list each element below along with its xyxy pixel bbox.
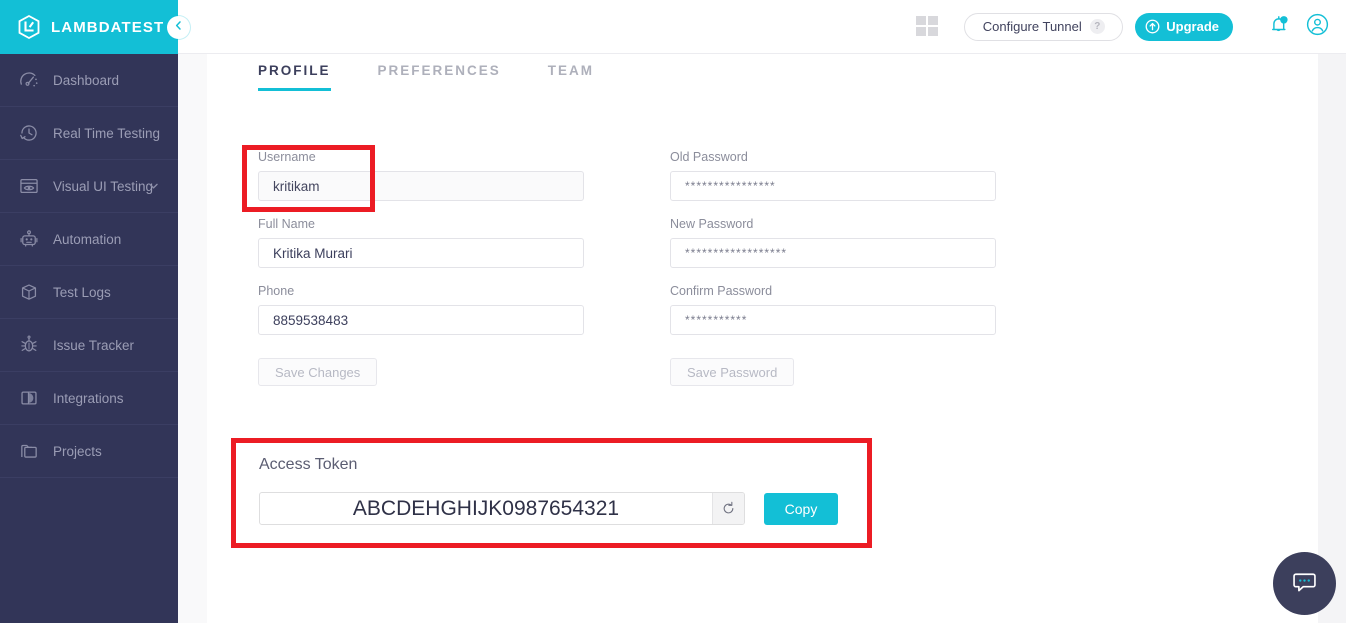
sidebar-item-label: Issue Tracker xyxy=(53,337,135,353)
sidebar-item-issue-tracker[interactable]: Issue Tracker xyxy=(0,319,178,372)
sidebar-item-dashboard[interactable]: Dashboard xyxy=(0,54,178,107)
tab-team-label: TEAM xyxy=(547,63,595,78)
tab-profile[interactable]: PROFILE xyxy=(258,63,331,91)
username-label: Username xyxy=(258,150,316,164)
old-password-field-group: Old Password xyxy=(670,150,996,201)
bug-icon xyxy=(17,333,41,357)
sidebar-nav: Dashboard Real Time Testing Visual UI Test… xyxy=(0,54,178,478)
account-button[interactable] xyxy=(1306,13,1329,41)
apps-grid-icon[interactable] xyxy=(916,16,939,37)
configure-tunnel-button[interactable]: Configure Tunnel ? xyxy=(964,12,1124,41)
sidebar: LAMBDATEST Dashboard Real Time Testing Vis… xyxy=(0,0,190,623)
save-changes-button[interactable]: Save Changes xyxy=(258,358,378,386)
chevron-down-icon[interactable] xyxy=(147,180,160,193)
sidebar-item-label: Automation xyxy=(53,231,122,247)
grid-cell xyxy=(928,27,939,36)
help-icon[interactable]: ? xyxy=(1089,19,1105,34)
page-gutter-left xyxy=(178,54,207,623)
sidebar-item-automation[interactable]: Automation xyxy=(0,213,178,266)
brand-name: LAMBDATEST xyxy=(51,18,165,36)
access-token-section: Access Token Copy xyxy=(231,438,872,548)
old-password-label: Old Password xyxy=(670,150,748,164)
brand-header[interactable]: LAMBDATEST xyxy=(0,0,178,54)
sidebar-collapse-button[interactable] xyxy=(167,16,190,39)
sidebar-item-label: Real Time Testing xyxy=(53,125,161,141)
notifications-button[interactable] xyxy=(1267,13,1290,41)
confirm-password-input[interactable] xyxy=(670,305,996,335)
new-password-input[interactable] xyxy=(670,238,996,268)
sidebar-item-integrations[interactable]: Integrations xyxy=(0,372,178,425)
folder-icon xyxy=(17,439,41,463)
tab-preferences[interactable]: PREFERENCES xyxy=(378,63,501,91)
sidebar-item-label: Dashboard xyxy=(53,72,120,88)
copy-token-button[interactable]: Copy xyxy=(764,492,838,525)
grid-cell xyxy=(916,27,927,36)
sidebar-item-projects[interactable]: Projects xyxy=(0,425,178,478)
access-token-input[interactable] xyxy=(260,496,712,521)
full-name-label: Full Name xyxy=(258,217,315,231)
save-password-button[interactable]: Save Password xyxy=(670,358,795,386)
speedometer-icon xyxy=(17,68,41,92)
upgrade-button[interactable]: Upgrade xyxy=(1135,12,1233,41)
access-token-row: Copy xyxy=(259,492,838,525)
chevron-left-icon xyxy=(172,19,185,37)
settings-tabs: PROFILE PREFERENCES TEAM xyxy=(258,63,641,91)
old-password-input[interactable] xyxy=(670,171,996,201)
arrow-up-circle-icon xyxy=(1145,19,1160,34)
full-name-input[interactable] xyxy=(258,238,584,268)
full-name-field-group: Full Name xyxy=(258,217,584,268)
sidebar-item-visual-ui-testing[interactable]: Visual UI Testing xyxy=(0,160,178,213)
tab-team[interactable]: TEAM xyxy=(548,63,594,91)
tab-profile-label: PROFILE xyxy=(258,63,331,78)
sidebar-item-real-time-testing[interactable]: Real Time Testing xyxy=(0,107,178,160)
grid-cell xyxy=(928,16,939,25)
tab-preferences-label: PREFERENCES xyxy=(377,63,501,78)
chat-widget-button[interactable] xyxy=(1273,552,1336,615)
grid-cell xyxy=(916,16,927,25)
sidebar-item-label: Integrations xyxy=(53,390,124,406)
username-field-group: Username xyxy=(258,150,584,201)
upgrade-label: Upgrade xyxy=(1166,19,1219,34)
phone-label: Phone xyxy=(258,284,295,298)
refresh-icon[interactable] xyxy=(712,493,744,524)
confirm-password-field-group: Confirm Password xyxy=(670,284,996,335)
new-password-field-group: New Password xyxy=(670,217,996,268)
phone-field-group: Phone xyxy=(258,284,584,335)
robot-icon xyxy=(17,227,41,251)
username-input[interactable] xyxy=(258,171,584,201)
top-bar: Configure Tunnel ? Upgrade xyxy=(178,0,1346,54)
chat-bubble-icon xyxy=(1290,567,1319,601)
confirm-password-label: Confirm Password xyxy=(670,284,773,298)
browser-eye-icon xyxy=(17,174,41,198)
clock-arrow-icon xyxy=(17,121,41,145)
user-avatar-icon xyxy=(1306,13,1329,41)
access-token-title: Access Token xyxy=(259,456,358,473)
new-password-label: New Password xyxy=(670,217,754,231)
sidebar-item-label: Test Logs xyxy=(53,284,111,300)
sidebar-item-label: Projects xyxy=(53,443,102,459)
box-icon xyxy=(17,280,41,304)
access-token-input-wrapper xyxy=(259,492,745,525)
sidebar-item-label: Visual UI Testing xyxy=(53,178,154,194)
lambdatest-hexagon-logo-icon xyxy=(16,14,42,40)
bell-icon xyxy=(1267,13,1290,41)
puzzle-circle-icon xyxy=(17,386,41,410)
phone-input[interactable] xyxy=(258,305,584,335)
page-gutter-right xyxy=(1318,54,1346,623)
sidebar-item-test-logs[interactable]: Test Logs xyxy=(0,266,178,319)
configure-tunnel-label: Configure Tunnel xyxy=(982,19,1082,34)
